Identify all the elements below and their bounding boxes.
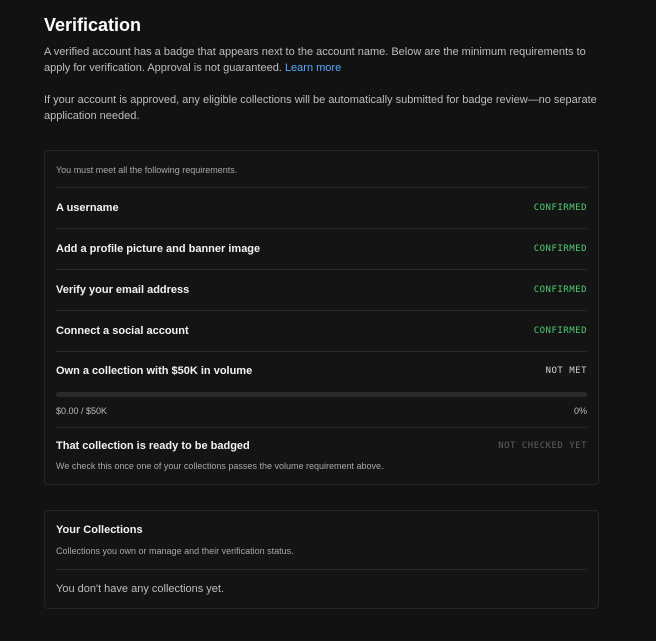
status-badge: CONFIRMED <box>533 285 587 295</box>
collections-card: Your Collections Collections you own or … <box>44 510 599 609</box>
requirement-row-username: A username CONFIRMED <box>56 188 587 229</box>
volume-progress-text: $0.00 / $50K <box>56 406 108 416</box>
collections-title: Your Collections <box>56 524 143 536</box>
status-badge: NOT CHECKED YET <box>498 441 587 451</box>
requirement-row-profile-picture: Add a profile picture and banner image C… <box>56 229 587 270</box>
collections-empty-message: You don't have any collections yet. <box>56 583 225 595</box>
status-badge: NOT MET <box>545 366 587 376</box>
collections-subtitle: Collections you own or manage and their … <box>56 537 587 570</box>
learn-more-link[interactable]: Learn more <box>285 62 341 74</box>
volume-progress-meta: $0.00 / $50K 0% <box>56 405 587 417</box>
requirement-row-social: Connect a social account CONFIRMED <box>56 311 587 352</box>
status-badge: CONFIRMED <box>533 326 587 336</box>
volume-progress-percent: 0% <box>573 406 587 416</box>
requirement-row-volume: Own a collection with $50K in volume NOT… <box>56 352 587 390</box>
status-badge: CONFIRMED <box>533 244 587 254</box>
requirement-label: Own a collection with $50K in volume <box>56 365 253 377</box>
requirement-row-badge-ready: That collection is ready to be badged NO… <box>56 428 587 464</box>
volume-progress-bar <box>56 392 587 397</box>
requirement-label: A username <box>56 202 119 214</box>
requirements-card: You must meet all the following requirem… <box>44 150 599 485</box>
badge-ready-note: We check this once one of your collectio… <box>56 461 384 471</box>
requirement-label: Connect a social account <box>56 325 189 337</box>
status-badge: CONFIRMED <box>533 203 587 213</box>
requirement-label: Verify your email address <box>56 284 190 296</box>
auto-submit-note: If your account is approved, any eligibl… <box>44 94 597 122</box>
requirements-intro: You must meet all the following requirem… <box>56 151 587 188</box>
requirement-label: Add a profile picture and banner image <box>56 243 261 255</box>
volume-requirement: Own a collection with $50K in volume NOT… <box>56 352 587 428</box>
page-title: Verification <box>44 15 142 35</box>
requirement-label: That collection is ready to be badged <box>56 440 250 452</box>
badge-ready-requirement: That collection is ready to be badged NO… <box>56 428 587 484</box>
requirement-row-email: Verify your email address CONFIRMED <box>56 270 587 311</box>
verification-page: Verification A verified account has a ba… <box>0 0 656 641</box>
verification-description: A verified account has a badge that appe… <box>44 44 604 76</box>
